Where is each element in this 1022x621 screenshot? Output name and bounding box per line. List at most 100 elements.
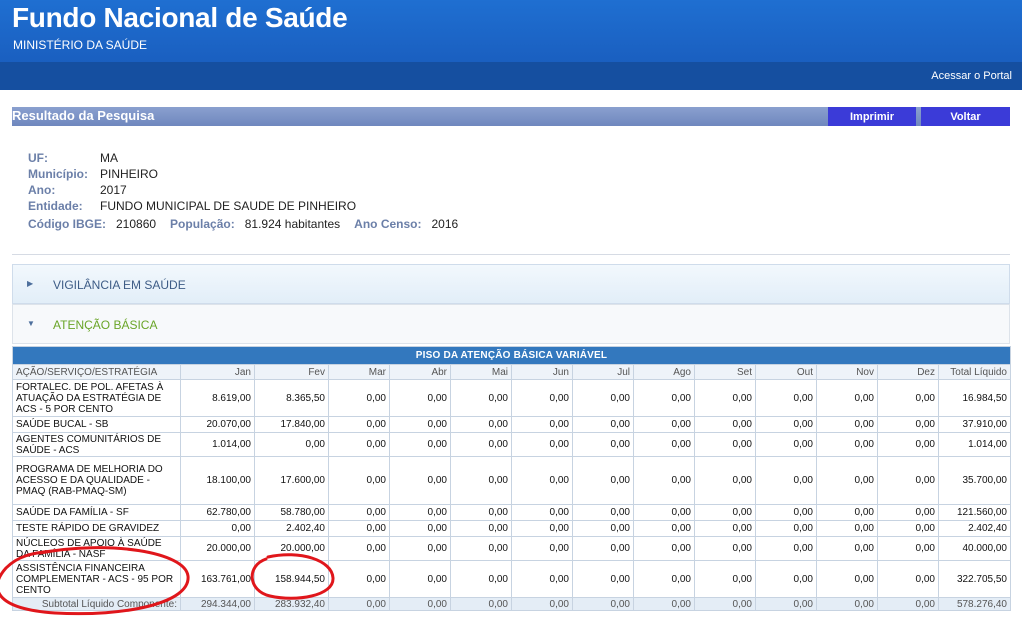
subtotal-cell-mai: 0,00 — [450, 597, 512, 611]
value-cell-jul: 0,00 — [572, 432, 634, 457]
value-cell-abr: 0,00 — [389, 416, 451, 433]
value-cell-out: 0,00 — [755, 432, 817, 457]
accordion-atencao-title: ATENÇÃO BÁSICA — [53, 318, 158, 332]
column-header: Jul — [572, 364, 634, 380]
uf-label: UF: — [28, 151, 48, 165]
value-cell-jan: 20.000,00 — [180, 536, 255, 561]
value-cell-jun: 0,00 — [511, 504, 573, 521]
value-cell-jul: 0,00 — [572, 379, 634, 417]
value-cell-total: 37.910,00 — [938, 416, 1011, 433]
row-name-cell: AGENTES COMUNITÁRIOS DE SAÚDE - ACS — [12, 432, 181, 457]
value-cell-abr: 0,00 — [389, 432, 451, 457]
result-bar: Resultado da Pesquisa Imprimir Voltar — [12, 107, 1010, 126]
value-cell-jan: 62.780,00 — [180, 504, 255, 521]
value-cell-jan: 0,00 — [180, 520, 255, 537]
value-cell-abr: 0,00 — [389, 379, 451, 417]
subtotal-row: Subtotal Líquido Componente: 294.344,00 28… — [12, 597, 1011, 611]
value-cell-mai: 0,00 — [450, 416, 512, 433]
value-cell-jul: 0,00 — [572, 456, 634, 505]
triangle-right-icon: ▶ — [27, 279, 34, 288]
value-cell-abr: 0,00 — [389, 456, 451, 505]
subtotal-cell-set: 0,00 — [694, 597, 756, 611]
back-button[interactable]: Voltar — [921, 107, 1010, 126]
value-cell-ago: 0,00 — [633, 432, 695, 457]
value-cell-set: 0,00 — [694, 456, 756, 505]
table-row: FORTALEC. DE POL. AFETAS À ATUAÇÃO DA ES… — [12, 379, 1011, 417]
value-cell-abr: 0,00 — [389, 504, 451, 521]
subtotal-cell-nov: 0,00 — [816, 597, 878, 611]
column-header: Jan — [180, 364, 255, 380]
value-cell-ago: 0,00 — [633, 536, 695, 561]
value-cell-set: 0,00 — [694, 432, 756, 457]
table-row: PROGRAMA DE MELHORIA DO ACESSO E DA QUAL… — [12, 456, 1011, 505]
value-cell-mar: 0,00 — [328, 536, 390, 561]
value-cell-set: 0,00 — [694, 504, 756, 521]
value-cell-fev: 20.000,00 — [254, 536, 329, 561]
value-cell-jul: 0,00 — [572, 416, 634, 433]
value-cell-nov: 0,00 — [816, 504, 878, 521]
value-cell-fev: 2.402,40 — [254, 520, 329, 537]
value-cell-jan: 163.761,00 — [180, 560, 255, 598]
value-cell-nov: 0,00 — [816, 536, 878, 561]
column-header: Fev — [254, 364, 329, 380]
info-ano: Ano: 2017 — [28, 183, 127, 197]
column-header: Mai — [450, 364, 512, 380]
row-name-cell: SAÚDE BUCAL - SB — [12, 416, 181, 433]
value-cell-mar: 0,00 — [328, 416, 390, 433]
table-row: AGENTES COMUNITÁRIOS DE SAÚDE - ACS 1.014… — [12, 432, 1011, 457]
value-cell-jan: 1.014,00 — [180, 432, 255, 457]
column-header: Jun — [511, 364, 573, 380]
table-row: NÚCLEOS DE APOIO À SAÚDE DA FAMÍLIA - NA… — [12, 536, 1011, 561]
value-cell-dez: 0,00 — [877, 560, 939, 598]
value-cell-abr: 0,00 — [389, 560, 451, 598]
value-cell-mai: 0,00 — [450, 379, 512, 417]
table-header-row: AÇÃO/SERVIÇO/ESTRATÉGIA Jan Fev Mar Abr Mai Ju… — [12, 364, 1011, 380]
access-portal-link[interactable]: Acessar o Portal — [931, 70, 1012, 82]
row-name-cell: FORTALEC. DE POL. AFETAS À ATUAÇÃO DA ES… — [12, 379, 181, 417]
value-cell-set: 0,00 — [694, 520, 756, 537]
value-cell-nov: 0,00 — [816, 560, 878, 598]
value-cell-fev: 158.944,50 — [254, 560, 329, 598]
value-cell-total: 40.000,00 — [938, 536, 1011, 561]
info-municipio: Município: PINHEIRO — [28, 167, 158, 181]
header-banner: Fundo Nacional de Saúde MINISTÉRIO DA SA… — [0, 0, 1022, 62]
value-cell-mar: 0,00 — [328, 504, 390, 521]
value-cell-mai: 0,00 — [450, 536, 512, 561]
info-entidade: Entidade: FUNDO MUNICIPAL DE SAUDE DE PIN… — [28, 199, 356, 213]
table-caption: PISO DA ATENÇÃO BÁSICA VARIÁVEL — [12, 346, 1011, 365]
municipio-label: Município: — [28, 167, 88, 181]
value-cell-nov: 0,00 — [816, 432, 878, 457]
value-cell-dez: 0,00 — [877, 520, 939, 537]
top-navbar: Acessar o Portal — [0, 62, 1022, 90]
value-cell-out: 0,00 — [755, 560, 817, 598]
column-header: AÇÃO/SERVIÇO/ESTRATÉGIA — [12, 364, 181, 380]
value-cell-out: 0,00 — [755, 520, 817, 537]
accordion-atencao-basica[interactable]: ▼ ATENÇÃO BÁSICA — [12, 304, 1010, 344]
value-cell-jun: 0,00 — [511, 379, 573, 417]
column-header: Set — [694, 364, 756, 380]
column-header: Nov — [816, 364, 878, 380]
value-cell-dez: 0,00 — [877, 504, 939, 521]
table-row: SAÚDE DA FAMÍLIA - SF 62.780,00 58.780,00 0… — [12, 504, 1011, 521]
populacao-label: População: — [170, 217, 235, 231]
value-cell-jul: 0,00 — [572, 520, 634, 537]
value-cell-fev: 58.780,00 — [254, 504, 329, 521]
accordion-vigilancia[interactable]: ▶ VIGILÂNCIA EM SAÚDE — [12, 264, 1010, 304]
value-cell-fev: 0,00 — [254, 432, 329, 457]
result-title: Resultado da Pesquisa — [12, 108, 155, 123]
value-cell-nov: 0,00 — [816, 379, 878, 417]
value-cell-jan: 18.100,00 — [180, 456, 255, 505]
info-ibge-row: Código IBGE: 210860 População: 81.924 habit… — [28, 217, 458, 231]
value-cell-set: 0,00 — [694, 379, 756, 417]
value-cell-set: 0,00 — [694, 416, 756, 433]
entidade-value: FUNDO MUNICIPAL DE SAUDE DE PINHEIRO — [100, 199, 357, 213]
print-button[interactable]: Imprimir — [828, 107, 916, 126]
value-cell-out: 0,00 — [755, 504, 817, 521]
value-cell-total: 16.984,50 — [938, 379, 1011, 417]
value-cell-out: 0,00 — [755, 456, 817, 505]
subtotal-cell-jan: 294.344,00 — [180, 597, 255, 611]
value-cell-ago: 0,00 — [633, 379, 695, 417]
value-cell-jul: 0,00 — [572, 560, 634, 598]
value-cell-ago: 0,00 — [633, 520, 695, 537]
value-cell-jan: 8.619,00 — [180, 379, 255, 417]
